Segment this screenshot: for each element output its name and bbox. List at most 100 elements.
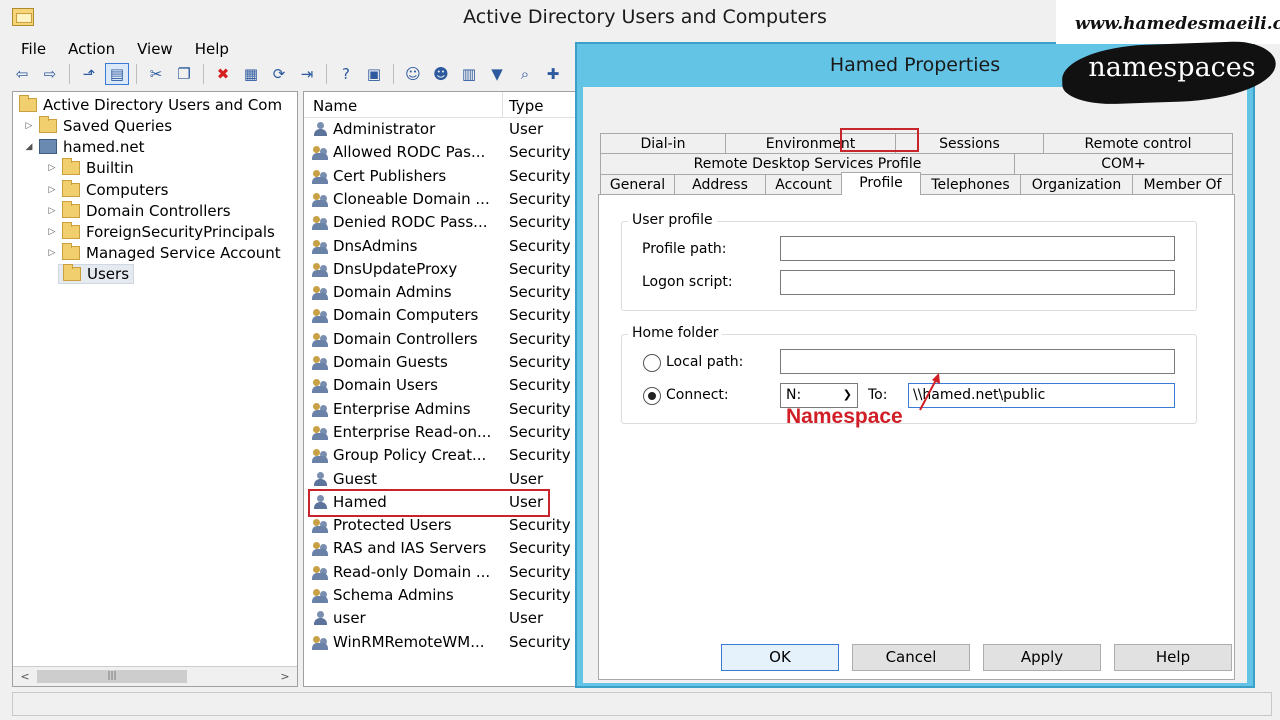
properties-icon[interactable]: ▦ [239, 63, 263, 85]
help-icon[interactable]: ? [334, 63, 358, 85]
list-item[interactable]: Domain Admins Security [304, 281, 577, 304]
list-item[interactable]: Cloneable Domain ... Security [304, 188, 577, 211]
tree-item-foreign-security-principals[interactable]: ▷ ForeignSecurityPrincipals [46, 221, 275, 242]
column-divider[interactable] [502, 92, 503, 118]
watermark-url: www.hamedesmaeili.com [1075, 14, 1280, 34]
details-list[interactable]: Name Type Administrator User Allowed RODC … [303, 91, 578, 687]
tree-item-builtin[interactable]: ▷ Builtin [46, 157, 134, 178]
expand-arrow-icon[interactable]: ▷ [46, 206, 58, 216]
filter-icon[interactable]: ▼ [485, 63, 509, 85]
export-icon[interactable]: ⇥ [295, 63, 319, 85]
up-folder-icon[interactable]: ⬏ [77, 63, 101, 85]
menu-action[interactable]: Action [57, 38, 126, 60]
menu-help[interactable]: Help [184, 38, 240, 60]
cancel-button[interactable]: Cancel [852, 644, 970, 671]
tree-item-saved-queries[interactable]: ▷ Saved Queries [23, 115, 172, 136]
list-item[interactable]: Guest User [304, 468, 577, 491]
expand-arrow-icon[interactable]: ▷ [46, 163, 58, 173]
toolbar-separator [326, 64, 327, 84]
tree-item-computers[interactable]: ▷ Computers [46, 179, 168, 200]
tree-horizontal-scrollbar[interactable]: < ||| > [13, 666, 297, 686]
list-item[interactable]: Schema Admins Security [304, 584, 577, 607]
tree-item-managed-service-accounts[interactable]: ▷ Managed Service Account [46, 242, 281, 263]
tree-item-users-selected[interactable]: Users [58, 263, 135, 284]
list-item[interactable]: DnsUpdateProxy Security [304, 258, 577, 281]
refresh-icon[interactable]: ⟳ [267, 63, 291, 85]
find-icon[interactable]: ⌕ [513, 63, 537, 85]
tree-item-domain-controllers[interactable]: ▷ Domain Controllers [46, 200, 231, 221]
new-user-icon[interactable]: ☺ [401, 63, 425, 85]
list-item[interactable]: Cert Publishers Security [304, 165, 577, 188]
list-item[interactable]: Allowed RODC Pas... Security [304, 141, 577, 164]
forward-icon[interactable]: ⇨ [38, 63, 62, 85]
tab-organization[interactable]: Organization [1020, 174, 1133, 195]
cut-icon[interactable]: ✂ [144, 63, 168, 85]
tree-item-domain[interactable]: ◢ hamed.net [23, 136, 145, 157]
scroll-right-icon[interactable]: > [277, 669, 293, 685]
tab-remote-control[interactable]: Remote control [1043, 133, 1233, 154]
add-to-group-icon[interactable]: ✚ [541, 63, 565, 85]
list-item[interactable]: RAS and IAS Servers Security [304, 537, 577, 560]
list-item-name: Read-only Domain ... [333, 562, 491, 581]
help-button[interactable]: Help [1114, 644, 1232, 671]
to-path-input[interactable]: \\hamed.net\public [908, 383, 1175, 408]
list-item[interactable]: DnsAdmins Security [304, 235, 577, 258]
console-tree[interactable]: Active Directory Users and Com ▷ Saved Q… [12, 91, 298, 687]
tab-com-plus[interactable]: COM+ [1014, 153, 1233, 174]
ok-button[interactable]: OK [721, 644, 839, 671]
expand-arrow-icon[interactable]: ▷ [23, 121, 35, 131]
tab-account[interactable]: Account [765, 174, 842, 195]
list-item[interactable]: Domain Guests Security [304, 351, 577, 374]
scroll-left-icon[interactable]: < [17, 669, 33, 685]
list-item[interactable]: Protected Users Security [304, 514, 577, 537]
copy-icon[interactable]: ❐ [172, 63, 196, 85]
local-path-radio[interactable] [643, 354, 661, 372]
apply-button[interactable]: Apply [983, 644, 1101, 671]
tree-root[interactable]: Active Directory Users and Com [15, 94, 282, 115]
action-pane-icon[interactable]: ▣ [362, 63, 386, 85]
list-item[interactable]: Enterprise Admins Security [304, 398, 577, 421]
menu-view[interactable]: View [126, 38, 184, 60]
new-group-icon[interactable]: ☻ [429, 63, 453, 85]
menu-file[interactable]: File [10, 38, 57, 60]
back-icon[interactable]: ⇦ [10, 63, 34, 85]
list-item-name: Allowed RODC Pas... [333, 143, 486, 162]
delete-icon[interactable]: ✖ [211, 63, 235, 85]
tab-remote-desktop-services-profile[interactable]: Remote Desktop Services Profile [600, 153, 1015, 174]
list-item[interactable]: Domain Controllers Security [304, 328, 577, 351]
column-header-name[interactable]: Name [313, 97, 357, 115]
tab-address[interactable]: Address [674, 174, 766, 195]
new-ou-icon[interactable]: ▥ [457, 63, 481, 85]
collapse-arrow-icon[interactable]: ◢ [23, 142, 35, 152]
tree-item-users[interactable]: Users [58, 263, 135, 284]
logon-script-input[interactable] [780, 270, 1175, 295]
list-item[interactable]: Enterprise Read-on... Security [304, 421, 577, 444]
scrollbar-thumb[interactable]: ||| [37, 670, 187, 683]
list-item[interactable]: Domain Computers Security [304, 304, 577, 327]
profile-path-input[interactable] [780, 236, 1175, 261]
show-console-tree-icon[interactable]: ▤ [105, 63, 129, 85]
list-item[interactable]: Read-only Domain ... Security [304, 561, 577, 584]
connect-radio[interactable] [643, 387, 661, 405]
list-item[interactable]: Denied RODC Pass... Security [304, 211, 577, 234]
list-item[interactable]: Group Policy Creat... Security [304, 444, 577, 467]
tab-general[interactable]: General [600, 174, 675, 195]
list-item[interactable]: Domain Users Security [304, 374, 577, 397]
list-item[interactable]: Administrator User [304, 118, 577, 141]
tab-member-of[interactable]: Member Of [1132, 174, 1233, 195]
expand-arrow-icon[interactable]: ▷ [46, 248, 58, 258]
tab-dial-in[interactable]: Dial-in [600, 133, 726, 154]
tab-profile[interactable]: Profile [841, 172, 921, 195]
expand-arrow-icon[interactable]: ▷ [46, 227, 58, 237]
list-item[interactable]: user User [304, 607, 577, 630]
local-path-label: Local path: [666, 354, 744, 370]
list-item-name: Domain Guests [333, 353, 448, 371]
group-icon [312, 518, 330, 534]
list-item-type: Security [509, 259, 571, 278]
local-path-input[interactable] [780, 349, 1175, 374]
list-header: Name Type [304, 92, 577, 118]
tab-telephones[interactable]: Telephones [920, 174, 1021, 195]
column-header-type[interactable]: Type [509, 97, 543, 115]
expand-arrow-icon[interactable]: ▷ [46, 185, 58, 195]
list-item[interactable]: WinRMRemoteWM... Security [304, 631, 577, 654]
